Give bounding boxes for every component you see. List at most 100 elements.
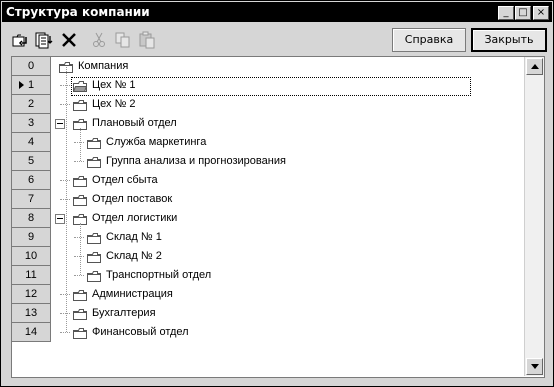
close-button[interactable]: Закрыть	[471, 28, 547, 52]
tree-item-label: Цех № 1	[92, 79, 136, 91]
maximize-button[interactable]: □	[515, 6, 531, 20]
tree-connector	[60, 180, 70, 181]
tree-row[interactable]: Цех № 2	[51, 95, 521, 114]
row-number-4[interactable]: 4	[12, 133, 51, 152]
tree-item-label: Склад № 1	[106, 231, 162, 243]
tree-connector	[74, 161, 84, 162]
close-window-button[interactable]: ×	[533, 6, 549, 20]
row-number-label: 5	[27, 155, 35, 167]
collapse-toggle-icon[interactable]	[55, 214, 65, 224]
company-structure-window: Структура компании _ □ × Справка Закрыть…	[0, 0, 554, 387]
tree-item-label: Транспортный отдел	[106, 269, 212, 281]
tree-connector	[60, 294, 70, 295]
delete-icon[interactable]	[60, 31, 78, 49]
collapse-toggle-icon[interactable]	[55, 119, 65, 129]
tree-connector	[60, 199, 70, 200]
add-row-icon[interactable]	[12, 31, 30, 49]
tree-connector	[74, 237, 84, 238]
tree-row[interactable]: Цех № 1	[51, 76, 521, 96]
row-number-label: 6	[27, 174, 35, 186]
tree-row[interactable]: Служба маркетинга	[51, 133, 521, 152]
row-number-5[interactable]: 5	[12, 152, 51, 171]
folder-icon	[87, 137, 101, 149]
title-bar[interactable]: Структура компании _ □ ×	[2, 2, 552, 22]
tree-row[interactable]: Плановый отдел	[51, 114, 521, 133]
row-number-10[interactable]: 10	[12, 247, 51, 266]
folder-icon	[73, 175, 87, 187]
row-number-3[interactable]: 3	[12, 114, 51, 133]
tree-item-label: Служба маркетинга	[106, 136, 207, 148]
tree-row[interactable]: Отдел сбыта	[51, 171, 521, 190]
paste-icon[interactable]	[138, 31, 156, 49]
folder-icon	[73, 327, 87, 339]
vertical-scrollbar[interactable]	[524, 57, 544, 376]
row-number-label: 4	[27, 136, 35, 148]
tree-row[interactable]: Компания	[51, 57, 521, 76]
tree-item-label: Отдел логистики	[92, 212, 178, 224]
row-number-label: 13	[24, 307, 38, 319]
row-number-9[interactable]: 9	[12, 228, 51, 247]
tree-item-label: Отдел сбыта	[92, 174, 158, 186]
tree-item-label: Цех № 2	[92, 98, 136, 110]
copy-icon[interactable]	[114, 31, 132, 49]
row-number-7[interactable]: 7	[12, 190, 51, 209]
row-number-13[interactable]: 13	[12, 304, 51, 323]
row-number-14[interactable]: 14	[12, 323, 51, 342]
row-number-0[interactable]: 0	[12, 57, 51, 76]
tree-item-label: Склад № 2	[106, 250, 162, 262]
row-number-8[interactable]: 8	[12, 209, 51, 228]
row-number-label: 7	[27, 193, 35, 205]
row-number-label: 11	[25, 269, 37, 281]
row-number-6[interactable]: 6	[12, 171, 51, 190]
tree-connector	[74, 275, 84, 276]
tree-row[interactable]: Бухгалтерия	[51, 304, 521, 323]
tree-item-label: Администрация	[92, 288, 173, 300]
row-number-label: 1	[27, 79, 35, 91]
tree-row[interactable]: Отдел поставок	[51, 190, 521, 209]
scroll-up-button[interactable]	[526, 58, 543, 75]
folder-icon	[73, 194, 87, 206]
folder-icon	[73, 289, 87, 301]
folder-icon	[72, 80, 88, 92]
row-number-label: 3	[27, 117, 35, 129]
row-number-1[interactable]: 1	[12, 76, 51, 95]
tree-row[interactable]: Администрация	[51, 285, 521, 304]
minimize-button[interactable]: _	[498, 6, 514, 20]
tree-connector	[60, 104, 70, 105]
row-number-label: 14	[24, 326, 38, 338]
folder-icon	[87, 232, 101, 244]
row-number-label: 9	[27, 231, 35, 243]
toolbar: Справка Закрыть	[2, 23, 552, 55]
tree-row[interactable]: Финансовый отдел	[51, 323, 521, 342]
tree-connector	[60, 85, 70, 86]
tree-item-label: Группа анализа и прогнозирования	[106, 155, 286, 167]
add-subfolder-icon[interactable]	[35, 31, 53, 49]
tree-row[interactable]: Группа анализа и прогнозирования	[51, 152, 521, 171]
cut-icon[interactable]	[90, 31, 108, 49]
current-row-arrow-icon	[19, 81, 24, 89]
tree-connector	[80, 223, 81, 275]
tree-connector	[60, 332, 70, 333]
scroll-down-button[interactable]	[526, 358, 543, 375]
tree-item-label: Бухгалтерия	[92, 307, 156, 319]
tree-connector	[74, 256, 84, 257]
tree-row[interactable]: Склад № 2	[51, 247, 521, 266]
tree-row[interactable]: Транспортный отдел	[51, 266, 521, 285]
tree-item-label: Плановый отдел	[92, 117, 177, 129]
help-button[interactable]: Справка	[392, 28, 466, 52]
folder-icon	[87, 251, 101, 263]
tree-connector	[60, 313, 70, 314]
folder-icon	[73, 99, 87, 111]
tree-row[interactable]: Отдел логистики	[51, 209, 521, 228]
tree-item-label: Отдел поставок	[92, 193, 173, 205]
row-number-label: 12	[24, 288, 38, 300]
row-number-11[interactable]: 11	[12, 266, 51, 285]
row-number-12[interactable]: 12	[12, 285, 51, 304]
tree-connector	[74, 142, 84, 143]
row-number-2[interactable]: 2	[12, 95, 51, 114]
tree-row[interactable]: Склад № 1	[51, 228, 521, 247]
company-tree-grid[interactable]: 0 Компания 1 Цех № 1 2 Цех № 2 3 Плановый отдел…	[11, 56, 545, 378]
tree-connector	[66, 67, 67, 332]
row-number-label: 8	[27, 212, 35, 224]
folder-icon	[73, 308, 87, 320]
